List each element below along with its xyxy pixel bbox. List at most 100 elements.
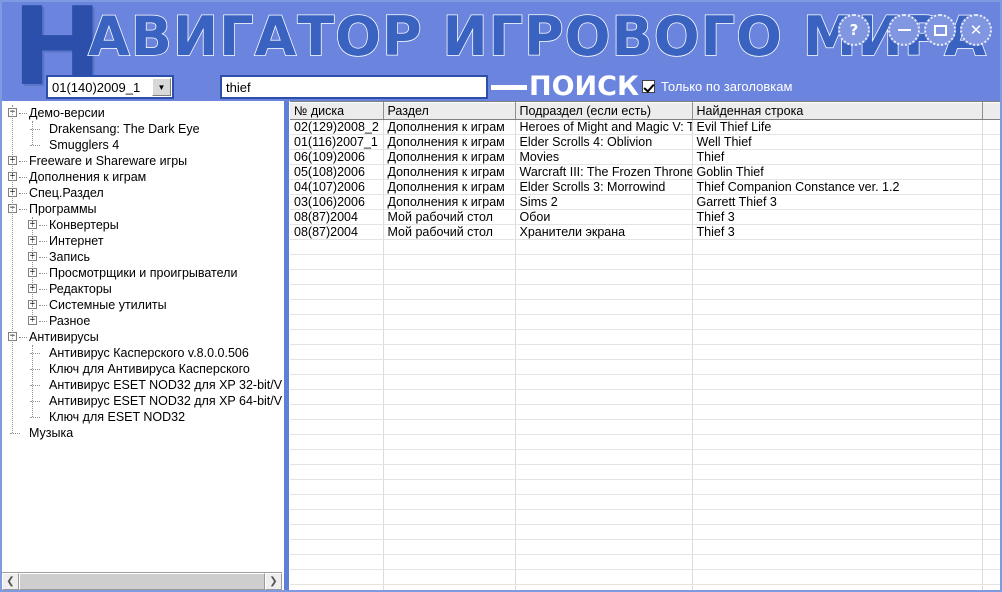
application-window: Н АВИГАТОР ИГРОВОГО МИРА ? ✕ 01(140)2009… <box>0 0 1002 592</box>
table-row-empty <box>290 465 1000 480</box>
scroll-left-icon[interactable]: ❮ <box>2 573 19 590</box>
table-cell-empty <box>383 480 515 495</box>
table-cell-empty <box>290 270 383 285</box>
table-cell-empty <box>290 330 383 345</box>
maximize-icon[interactable] <box>924 14 956 46</box>
table-row[interactable]: 08(87)2004Мой рабочий столХранители экра… <box>290 225 1000 240</box>
table-cell-empty <box>383 330 515 345</box>
table-cell-empty <box>982 315 1000 330</box>
tree-horizontal-scrollbar[interactable]: ❮ ❯ <box>2 572 282 590</box>
tree-item[interactable]: Антивирус ESET NOD32 для XP 64-bit/Vista… <box>2 393 282 409</box>
table-cell-empty <box>383 450 515 465</box>
tree-item[interactable]: +Интернет <box>2 233 282 249</box>
table-cell: Обои <box>515 210 692 225</box>
table-cell-empty <box>982 420 1000 435</box>
table-row-empty <box>290 525 1000 540</box>
table-cell-empty <box>383 510 515 525</box>
help-icon[interactable]: ? <box>838 14 870 46</box>
table-cell: Sims 2 <box>515 195 692 210</box>
tree-item[interactable]: Антивирус Касперского v.8.0.0.506 <box>2 345 282 361</box>
table-cell-empty <box>515 510 692 525</box>
tree-item[interactable]: Ключ для ESET NOD32 <box>2 409 282 425</box>
disk-select[interactable]: 01(140)2009_1 ▼ <box>46 75 174 99</box>
tree-connector <box>19 209 27 211</box>
table-cell-empty <box>515 465 692 480</box>
table-cell-empty <box>692 420 982 435</box>
table-cell-empty <box>383 390 515 405</box>
tree-item[interactable]: +Дополнения к играм <box>2 169 282 185</box>
table-cell-empty <box>692 450 982 465</box>
tree-item[interactable]: Музыка <box>2 425 282 441</box>
table-row[interactable]: 04(107)2006Дополнения к играмElder Scrol… <box>290 180 1000 195</box>
chevron-down-icon[interactable]: ▼ <box>152 78 171 96</box>
tree-item[interactable]: Антивирус ESET NOD32 для XP 32-bit/Vista… <box>2 377 282 393</box>
tree-item[interactable]: Ключ для Антивируса Касперского <box>2 361 282 377</box>
table-cell: Warcraft III: The Frozen Throne <box>515 165 692 180</box>
column-header[interactable]: Подраздел (если есть) <box>515 103 692 120</box>
close-icon[interactable]: ✕ <box>960 14 992 46</box>
tree-item[interactable]: −Демо-версии <box>2 105 282 121</box>
tree-item[interactable]: +Freeware и Shareware игры <box>2 153 282 169</box>
tree-item[interactable]: −Антивирусы <box>2 329 282 345</box>
minimize-icon[interactable] <box>888 14 920 46</box>
scrollbar-track[interactable] <box>19 573 265 590</box>
table-cell-empty <box>692 480 982 495</box>
table-cell: Thief 3 <box>692 210 982 225</box>
table-cell-empty <box>383 315 515 330</box>
table-cell-empty <box>515 375 692 390</box>
table-cell-empty <box>515 555 692 570</box>
tree-item-label: Конвертеры <box>49 217 119 233</box>
tree-item-label: Антивирусы <box>29 329 99 345</box>
table-cell-empty <box>982 270 1000 285</box>
tree-item[interactable]: +Спец.Раздел <box>2 185 282 201</box>
tree-item[interactable]: +Системные утилиты <box>2 297 282 313</box>
tree-connector <box>10 433 20 435</box>
column-header[interactable]: Найденная строка <box>692 103 982 120</box>
table-cell: Elder Scrolls 4: Oblivion <box>515 135 692 150</box>
results-panel: № дискаРазделПодраздел (если есть)Найден… <box>290 101 1000 590</box>
table-cell-empty <box>692 570 982 585</box>
column-header[interactable] <box>982 103 1000 120</box>
table-cell-empty <box>692 360 982 375</box>
tree-item-label: Системные утилиты <box>49 297 167 313</box>
tree-item[interactable]: Drakensang: The Dark Eye <box>2 121 282 137</box>
table-row[interactable]: 08(87)2004Мой рабочий столОбоиThief 3 <box>290 210 1000 225</box>
tree-item[interactable]: Smugglers 4 <box>2 137 282 153</box>
table-row[interactable]: 06(109)2006Дополнения к играмMoviesThief <box>290 150 1000 165</box>
table-row[interactable]: 05(108)2006Дополнения к играмWarcraft II… <box>290 165 1000 180</box>
table-row-empty <box>290 405 1000 420</box>
tree-item[interactable]: +Конвертеры <box>2 217 282 233</box>
column-header[interactable]: Раздел <box>383 103 515 120</box>
table-cell-empty <box>692 255 982 270</box>
tree-item[interactable]: +Редакторы <box>2 281 282 297</box>
table-cell: Movies <box>515 150 692 165</box>
search-toolbar: 01(140)2009_1 ▼ ПОИСК Только по заголовк… <box>2 72 1000 101</box>
search-button[interactable]: ПОИСК <box>529 70 639 101</box>
table-row-empty <box>290 510 1000 525</box>
titles-only-checkbox[interactable]: Только по заголовкам <box>642 79 792 94</box>
table-row[interactable]: 01(116)2007_1Дополнения к играмElder Scr… <box>290 135 1000 150</box>
table-row[interactable]: 02(129)2008_2Дополнения к играмHeroes of… <box>290 120 1000 135</box>
table-cell-empty <box>383 375 515 390</box>
search-dash-decoration <box>491 85 527 90</box>
table-row-empty <box>290 570 1000 585</box>
checkbox-checked-icon[interactable] <box>642 80 655 93</box>
table-cell-empty <box>290 360 383 375</box>
table-cell-empty <box>692 375 982 390</box>
maximize-glyph <box>934 25 947 36</box>
tree-item[interactable]: +Разное <box>2 313 282 329</box>
search-input[interactable] <box>222 77 486 97</box>
column-header[interactable]: № диска <box>290 103 383 120</box>
tree-item-label: Музыка <box>29 425 73 441</box>
tree-item[interactable]: −Программы <box>2 201 282 217</box>
table-cell-empty <box>515 315 692 330</box>
results-table-body: 02(129)2008_2Дополнения к играмHeroes of… <box>290 120 1000 591</box>
table-cell-empty <box>290 375 383 390</box>
tree-item[interactable]: +Запись <box>2 249 282 265</box>
category-tree[interactable]: −Демо-версииDrakensang: The Dark EyeSmug… <box>2 105 282 565</box>
scrollbar-thumb[interactable] <box>19 573 265 590</box>
scroll-right-icon[interactable]: ❯ <box>265 573 282 590</box>
table-cell-empty <box>982 495 1000 510</box>
tree-item[interactable]: +Просмотрщики и проигрыватели <box>2 265 282 281</box>
table-row[interactable]: 03(106)2006Дополнения к играмSims 2Garre… <box>290 195 1000 210</box>
